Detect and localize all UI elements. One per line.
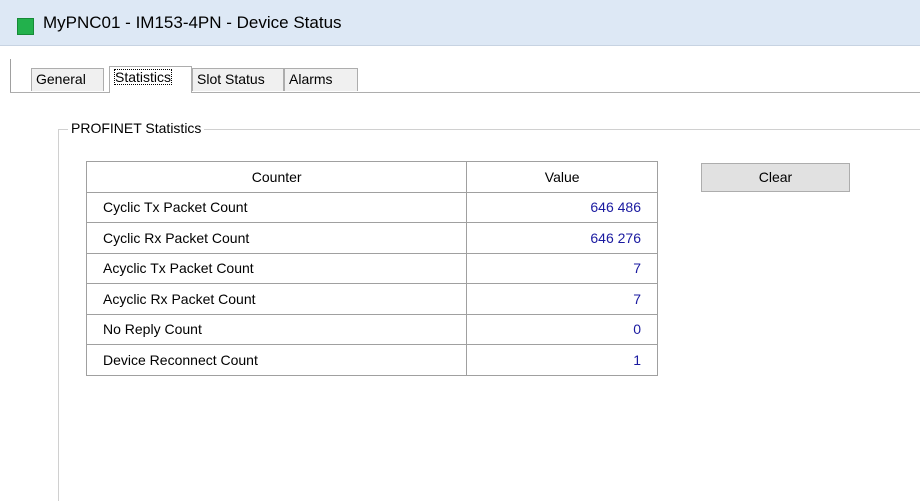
tab-statistics[interactable]: Statistics	[109, 66, 192, 93]
tab-slot-status-label: Slot Status	[197, 71, 265, 87]
statistics-table: Counter Value Cyclic Tx Packet Count 646…	[85, 161, 658, 376]
clear-button[interactable]: Clear	[701, 163, 850, 192]
counter-value: 0	[466, 313, 658, 345]
counter-value: 646 276	[466, 222, 658, 254]
table-row[interactable]: Acyclic Tx Packet Count 7	[85, 252, 658, 284]
counter-name: Device Reconnect Count	[85, 344, 468, 376]
counter-name: Cyclic Rx Packet Count	[85, 222, 468, 254]
title-bar[interactable]: MyPNC01 - IM153-4PN - Device Status	[0, 0, 920, 46]
counter-name: Acyclic Rx Packet Count	[85, 283, 468, 315]
table-header-row: Counter Value	[85, 161, 658, 193]
column-header-value[interactable]: Value	[466, 161, 658, 193]
tab-general-label: General	[36, 71, 86, 87]
counter-name: No Reply Count	[85, 313, 468, 345]
table-row[interactable]: No Reply Count 0	[85, 313, 658, 345]
device-status-window: MyPNC01 - IM153-4PN - Device Status Gene…	[0, 0, 920, 501]
tab-general[interactable]: General	[31, 68, 104, 91]
window-title: MyPNC01 - IM153-4PN - Device Status	[43, 13, 342, 32]
counter-name: Acyclic Tx Packet Count	[85, 252, 468, 284]
counter-name: Cyclic Tx Packet Count	[85, 191, 468, 223]
tab-slot-status[interactable]: Slot Status	[192, 68, 284, 91]
group-title: PROFINET Statistics	[68, 120, 205, 136]
tab-statistics-label: Statistics	[114, 69, 173, 85]
tab-alarms[interactable]: Alarms	[284, 68, 358, 91]
counter-value: 7	[466, 252, 658, 284]
counter-value: 7	[466, 283, 658, 315]
tab-alarms-label: Alarms	[289, 71, 333, 87]
counter-value: 1	[466, 344, 658, 376]
counter-value: 646 486	[466, 191, 658, 223]
app-icon	[17, 18, 34, 35]
table-row[interactable]: Cyclic Tx Packet Count 646 486	[85, 191, 658, 223]
table-row[interactable]: Device Reconnect Count 1	[85, 344, 658, 376]
table-row[interactable]: Cyclic Rx Packet Count 646 276	[85, 222, 658, 254]
table-row[interactable]: Acyclic Rx Packet Count 7	[85, 283, 658, 315]
column-header-counter[interactable]: Counter	[85, 161, 468, 193]
